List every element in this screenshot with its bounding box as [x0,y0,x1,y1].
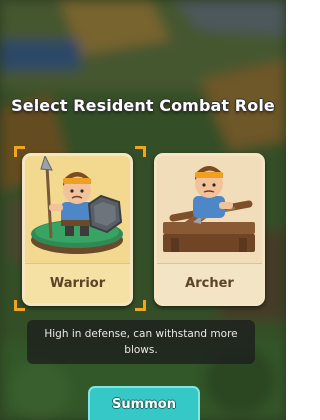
role-description-text: High in defense, can withstand more blow… [44,328,238,356]
selection-corner-bottom-right [135,300,146,311]
selection-corner-top-left [14,146,25,157]
role-description: High in defense, can withstand more blow… [27,320,255,364]
warrior-character-icon [31,156,123,254]
role-card-archer[interactable]: Archer [154,153,265,306]
role-card-archer-label: Archer [157,263,262,303]
role-card-warrior-label: Warrior [25,263,130,303]
summon-button[interactable]: Summon [88,386,200,420]
role-card-warrior[interactable]: Warrior [22,153,133,306]
selection-corner-top-right [135,146,146,157]
game-screen: Select Resident Combat Role Warrior Arch… [0,0,286,420]
selection-corner-bottom-left [14,300,25,311]
archer-character-icon [163,166,255,252]
dialog-title: Select Resident Combat Role [11,96,275,115]
